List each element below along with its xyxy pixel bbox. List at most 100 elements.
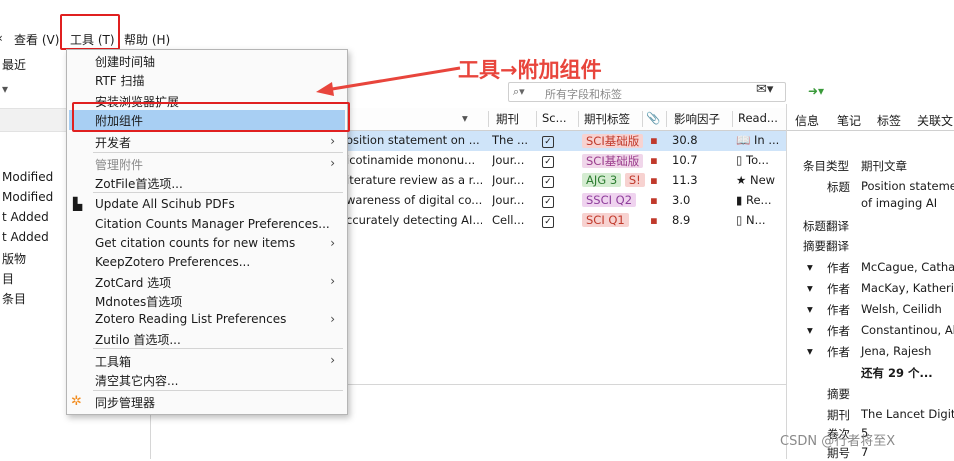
tab-tags[interactable]: 标签 [877,112,901,129]
item-journal: Jour... [492,153,525,167]
checkbox-icon[interactable]: ✓ [542,176,554,188]
column-journal[interactable]: 期刊 [496,111,519,127]
menu-edit-partial[interactable]: ‹ [0,31,3,45]
item-journal: Jour... [492,193,525,207]
item-title: ccurately detecting AI... [346,213,482,227]
table-row[interactable]: osition statement on ... The ... ✓ SCI基础… [346,131,786,151]
collection-item[interactable]: Modified [2,190,53,204]
page-icon: ▯ [736,213,743,227]
collection-item[interactable]: 目 [2,270,14,287]
read-status: In ... [753,133,780,147]
menu-item-toolbox[interactable]: 工具箱 [95,353,131,370]
star-icon: ★ [736,173,747,187]
table-row[interactable]: icotinamide mononu... Jour... ✓ SCI基础版 ▪… [346,151,786,171]
menu-item-create-timeline[interactable]: 创建时间轴 [95,53,155,70]
menu-item-citation-counts-prefs[interactable]: Citation Counts Manager Preferences... [95,217,330,231]
collection-recent[interactable]: 最近 [2,56,26,73]
menu-view[interactable]: 查看 (V) [14,31,59,48]
search-input[interactable]: ⌕▾ 所有字段和标签 [508,82,786,102]
mail-icon[interactable]: ✉▾ [756,82,773,97]
read-status: N... [746,213,766,227]
checkbox-icon[interactable]: ✓ [542,136,554,148]
column-sc[interactable]: Sc... [542,111,567,125]
search-placeholder: 所有字段和标签 [545,88,622,101]
bookmark-icon: ▪ [650,173,658,187]
impact-value: 3.0 [672,193,691,207]
title-value-line2[interactable]: of imaging AI [861,196,937,210]
publication-label: 期刊 [827,408,850,422]
submenu-arrow-icon: › [330,156,335,170]
table-row[interactable]: ccurately detecting AI... Cell... ✓ SCI … [346,211,786,231]
publication-value[interactable]: The Lancet Digit [861,407,954,421]
menu-item-developer[interactable]: 开发者 [95,134,131,151]
tab-related[interactable]: 关联文 [917,112,953,129]
author-name[interactable]: Jena, Rajesh [861,344,931,358]
author-name[interactable]: MacKay, Katheri [861,281,954,295]
menu-item-zotcard-options[interactable]: ZotCard 选项 [95,274,171,291]
checkbox-icon[interactable]: ✓ [542,216,554,228]
collection-item[interactable]: Modified [2,170,53,184]
sync-icon: ✲ [71,394,82,409]
collection-item[interactable]: 版物 [2,250,26,267]
column-impact-factor[interactable]: 影响因子 [674,111,720,127]
forward-arrow-icon[interactable]: ➜▾ [808,84,824,98]
read-status: New [749,173,776,187]
author-label: 作者 [827,282,850,296]
journal-tag: SSCI Q2 [582,193,637,207]
sort-chevron-icon[interactable]: ▾ [462,111,468,125]
table-row[interactable]: wareness of digital co... Jour... ✓ SSCI… [346,191,786,211]
collection-expander-icon[interactable]: ▾ [2,82,8,96]
item-type-value[interactable]: 期刊文章 [861,158,907,174]
menu-item-clear-other[interactable]: 清空其它内容... [95,372,178,389]
notebook-icon: ▮ [736,193,743,207]
author-label: 作者 [827,303,850,317]
author-expander-icon[interactable]: ▾ [807,260,813,274]
impact-value: 30.8 [672,133,698,147]
author-expander-icon[interactable]: ▾ [807,344,813,358]
table-row[interactable]: iterature review as a r... Jour... ✓ AJG… [346,171,786,191]
menu-item-mdnotes-prefs[interactable]: Mdnotes首选项 [95,293,182,310]
author-name[interactable]: Constantinou, Al [861,323,954,337]
title-label: 标题 [827,180,850,194]
menu-item-sync-manager[interactable]: 同步管理器 [95,394,155,411]
bookmark-icon: ▪ [650,213,658,227]
collection-item[interactable]: t Added [2,210,49,224]
menu-item-keepzotero-prefs[interactable]: KeepZotero Preferences... [95,255,250,269]
menu-item-get-citation-counts[interactable]: Get citation counts for new items [95,236,295,250]
journal-tag-secondary: S! [624,173,645,187]
column-read[interactable]: Read... [738,111,778,125]
author-expander-icon[interactable]: ▾ [807,281,813,295]
title-value-line1[interactable]: Position stateme [861,179,954,193]
author-name[interactable]: Welsh, Ceilidh [861,302,942,316]
menu-item-reading-list-prefs[interactable]: Zotero Reading List Preferences [95,312,286,326]
items-column-header: ▾ 期刊 Sc... 期刊标签 📎 影响因子 Read... [346,108,786,131]
bookmark-icon: ▪ [650,133,658,147]
title-bar [0,0,954,28]
author-expander-icon[interactable]: ▾ [807,302,813,316]
author-label: 作者 [827,261,850,275]
menu-item-zotfile-prefs[interactable]: ZotFile首选项... [95,175,183,192]
item-title: icotinamide mononu... [346,153,476,167]
author-expander-icon[interactable]: ▾ [807,323,813,337]
attachment-column-icon[interactable]: 📎 [646,111,660,125]
bookmark-icon: ▪ [650,153,658,167]
more-authors-link[interactable]: 还有 29 个... [861,365,933,381]
journal-tag: SCI基础版 [582,134,644,148]
menu-item-manage-attachments[interactable]: 管理附件 [95,156,143,173]
tab-notes[interactable]: 笔记 [837,112,861,129]
collection-item[interactable]: t Added [2,230,49,244]
author-label: 作者 [827,345,850,359]
tab-info[interactable]: 信息 [795,112,819,129]
menu-item-update-scihub[interactable]: Update All Scihub PDFs [95,197,235,211]
checkbox-icon[interactable]: ✓ [542,196,554,208]
checkbox-icon[interactable]: ✓ [542,156,554,168]
collection-item[interactable]: 条目 [2,290,26,307]
menu-help[interactable]: 帮助 (H) [124,31,170,48]
journal-tag: SCI Q1 [582,213,629,227]
menu-item-zutilo-prefs[interactable]: Zutilo 首选项... [95,331,181,348]
item-title: wareness of digital co... [346,193,482,207]
item-journal: Cell... [492,213,525,227]
column-journal-tag[interactable]: 期刊标签 [584,111,630,127]
author-name[interactable]: McCague, Catha [861,260,954,274]
menu-item-rtf-scan[interactable]: RTF 扫描 [95,72,145,89]
